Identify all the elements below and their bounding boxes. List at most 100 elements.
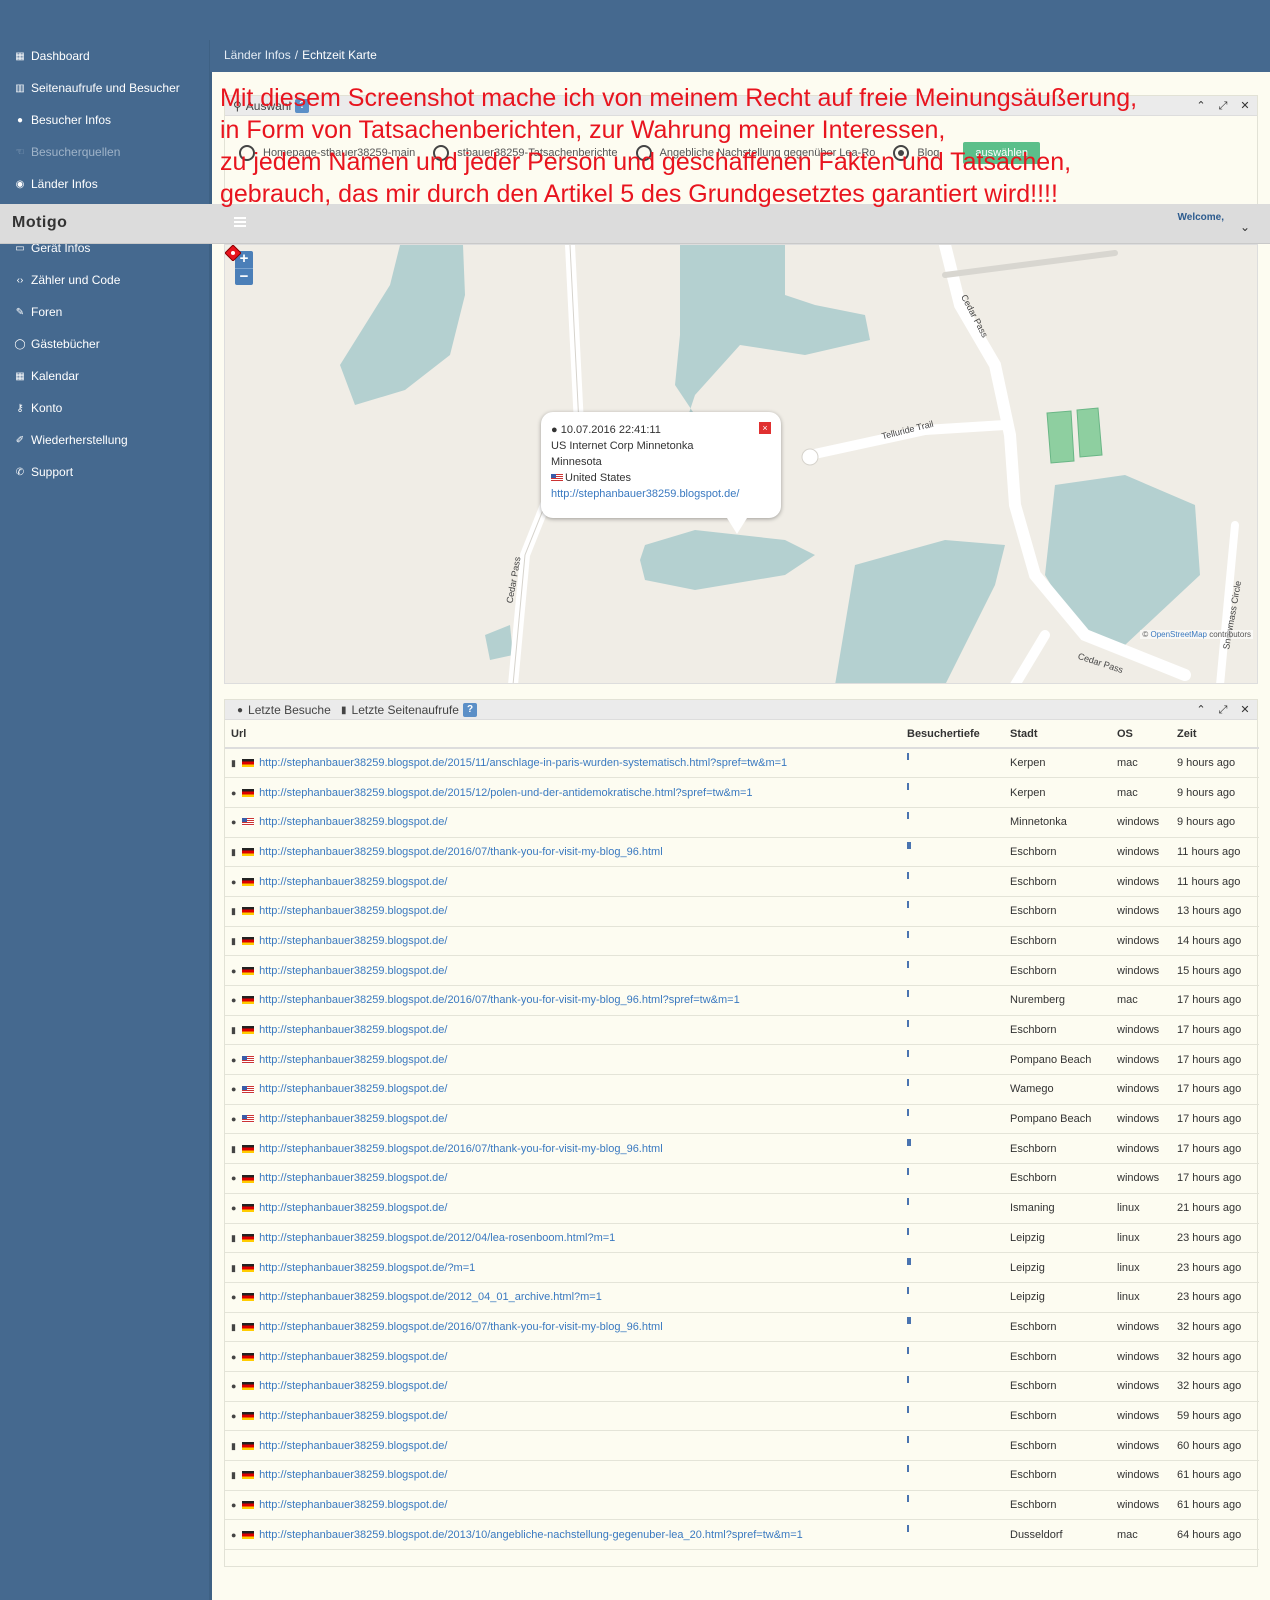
cell-time: 23 hours ago — [1171, 1282, 1259, 1313]
visit-url-link[interactable]: http://stephanbauer38259.blogspot.de/201… — [259, 1321, 663, 1333]
breadcrumb-parent[interactable]: Länder Infos — [224, 48, 291, 62]
collapse-icon[interactable]: ⌃ — [1193, 98, 1209, 114]
sidebar-item-laender-infos[interactable]: ◉ Länder Infos — [14, 174, 98, 194]
sidebar-item-zaehler-code[interactable]: ‹› Zähler und Code — [14, 270, 121, 290]
visit-url-link[interactable]: http://stephanbauer38259.blogspot.de/ — [259, 1083, 447, 1095]
visit-url-link[interactable]: http://stephanbauer38259.blogspot.de/ — [259, 1202, 447, 1214]
brand-logo[interactable]: Motigo — [12, 214, 67, 232]
cell-time: 23 hours ago — [1171, 1252, 1259, 1283]
cell-time: 13 hours ago — [1171, 896, 1259, 927]
radio-nachstellung[interactable] — [635, 145, 652, 161]
visit-url-link[interactable]: http://stephanbauer38259.blogspot.de/ — [259, 935, 447, 947]
sidebar-item-besucher-infos[interactable]: ● Besucher Infos — [14, 110, 111, 130]
de-flag-icon — [242, 996, 254, 1005]
visit-url-link[interactable]: http://stephanbauer38259.blogspot.de/ — [259, 1440, 447, 1452]
visit-url-link[interactable]: http://stephanbauer38259.blogspot.de/ — [259, 1024, 447, 1036]
sidebar-item-kalendar[interactable]: ▦ Kalendar — [14, 366, 79, 386]
sidebar-item-label: Seitenaufrufe und Besucher — [31, 81, 180, 95]
cell-depth — [901, 866, 1004, 897]
table-row: ● http://stephanbauer38259.blogspot.de/2… — [225, 777, 1259, 808]
menu-icon[interactable] — [234, 217, 246, 227]
visit-url-link[interactable]: http://stephanbauer38259.blogspot.de/201… — [259, 757, 787, 769]
cell-city: Eschborn — [1004, 837, 1111, 868]
sidebar-item-foren[interactable]: ✎ Foren — [14, 302, 63, 322]
visit-url-link[interactable]: http://stephanbauer38259.blogspot.de/ — [259, 1172, 447, 1184]
visit-url-link[interactable]: http://stephanbauer38259.blogspot.de/ — [259, 876, 447, 888]
visit-url-link[interactable]: http://stephanbauer38259.blogspot.de/201… — [259, 1232, 615, 1244]
cell-url: ● http://stephanbauer38259.blogspot.de/ — [225, 955, 901, 986]
visit-url-link[interactable]: http://stephanbauer38259.blogspot.de/ — [259, 1410, 447, 1422]
breadcrumb-separator: / — [294, 48, 299, 62]
visit-url-link[interactable]: http://stephanbauer38259.blogspot.de/ — [259, 816, 447, 828]
depth-bar — [907, 1287, 909, 1295]
user-icon: ● — [231, 965, 237, 976]
cell-depth — [901, 926, 1004, 957]
de-flag-icon — [242, 877, 254, 886]
cell-os: windows — [1111, 1401, 1171, 1432]
sidebar-item-seitenaufrufe[interactable]: ▥ Seitenaufrufe und Besucher — [14, 78, 180, 98]
file-icon: ▮ — [231, 1470, 236, 1481]
sidebar-item-gaestebuecher[interactable]: ◯ Gästebücher — [14, 334, 100, 354]
visit-url-link[interactable]: http://stephanbauer38259.blogspot.de/ — [259, 1351, 447, 1363]
radio-blog[interactable] — [893, 145, 910, 161]
visit-url-link[interactable]: http://stephanbauer38259.blogspot.de/201… — [259, 787, 753, 799]
cell-os: windows — [1111, 807, 1171, 838]
tab-letzte-besuche[interactable]: ● Letzte Besuche — [237, 703, 331, 717]
visit-url-link[interactable]: http://stephanbauer38259.blogspot.de/ — [259, 1469, 447, 1481]
us-flag-icon — [242, 818, 254, 827]
tab-letzte-seitenaufrufe[interactable]: ▮ Letzte Seitenaufrufe — [341, 703, 459, 717]
sidebar-item-label: Foren — [31, 305, 63, 319]
close-icon[interactable]: ✕ — [1237, 702, 1253, 718]
visit-url-link[interactable]: http://stephanbauer38259.blogspot.de/ — [259, 965, 447, 977]
visit-url-link[interactable]: http://stephanbauer38259.blogspot.de/ — [259, 1380, 447, 1392]
cell-url: ● http://stephanbauer38259.blogspot.de/2… — [225, 985, 901, 1016]
visit-url-link[interactable]: http://stephanbauer38259.blogspot.de/201… — [259, 1291, 602, 1303]
visit-url-link[interactable]: http://stephanbauer38259.blogspot.de/201… — [259, 1143, 663, 1155]
help-icon[interactable]: ? — [463, 703, 477, 717]
zoom-out-button[interactable]: − — [235, 268, 253, 285]
close-icon[interactable]: ✕ — [1237, 98, 1253, 114]
auswaehlen-button[interactable]: auswählen — [963, 142, 1040, 164]
sidebar-item-wiederherstellung[interactable]: ✐ Wiederherstellung — [14, 430, 128, 450]
visit-url-link[interactable]: http://stephanbauer38259.blogspot.de/201… — [259, 994, 740, 1006]
visit-url-link[interactable]: http://stephanbauer38259.blogspot.de/ — [259, 1499, 447, 1511]
osm-link[interactable]: OpenStreetMap — [1150, 630, 1206, 639]
sidebar-item-besucherquellen[interactable]: ☜ Besucherquellen — [14, 142, 121, 162]
popup-close-icon[interactable]: × — [759, 422, 771, 434]
chevron-down-icon[interactable]: ⌄ — [1240, 220, 1250, 234]
popup-link[interactable]: http://stephanbauer38259.blogspot.de/ — [551, 488, 739, 500]
sidebar-item-support[interactable]: ✆ Support — [14, 462, 73, 482]
cell-time: 9 hours ago — [1171, 807, 1259, 838]
cell-depth — [901, 1133, 1004, 1165]
realtime-map[interactable]: Cedar Pass Telluride Trail Cedar Pass Ce… — [224, 244, 1258, 684]
edit-icon: ✎ — [15, 306, 25, 318]
de-flag-icon — [242, 1441, 254, 1450]
radio-homepage[interactable] — [239, 145, 255, 161]
depth-bar — [907, 1465, 909, 1473]
map-marker-icon[interactable] — [225, 245, 241, 261]
cell-url: ● http://stephanbauer38259.blogspot.de/ — [225, 1044, 901, 1076]
sidebar-item-konto[interactable]: ⚷ Konto — [14, 398, 62, 418]
column-header-url: Url — [225, 720, 901, 749]
visit-url-link[interactable]: http://stephanbauer38259.blogspot.de/ — [259, 1113, 447, 1125]
cell-depth — [901, 1371, 1004, 1402]
de-flag-icon — [242, 907, 254, 916]
visit-url-link[interactable]: http://stephanbauer38259.blogspot.de/201… — [259, 846, 663, 858]
visit-url-link[interactable]: http://stephanbauer38259.blogspot.de/ — [259, 905, 447, 917]
collapse-icon[interactable]: ⌃ — [1193, 702, 1209, 718]
radio-tatsachenberichte[interactable] — [433, 145, 450, 161]
table-row: ● http://stephanbauer38259.blogspot.de/W… — [225, 1074, 1259, 1105]
expand-icon[interactable]: ⤢ — [1215, 98, 1231, 114]
column-header-city: Stadt — [1004, 720, 1111, 749]
sidebar-item-label: Kalendar — [31, 369, 80, 383]
sidebar-item-label: Gästebücher — [31, 337, 100, 351]
visit-url-link[interactable]: http://stephanbauer38259.blogspot.de/ — [259, 1054, 447, 1066]
visit-url-link[interactable]: http://stephanbauer38259.blogspot.de/201… — [259, 1529, 803, 1541]
expand-icon[interactable]: ⤢ — [1215, 702, 1231, 718]
visit-url-link[interactable]: http://stephanbauer38259.blogspot.de/?m=… — [259, 1262, 475, 1274]
visits-table-body: ▮ http://stephanbauer38259.blogspot.de/2… — [225, 748, 1259, 1551]
help-icon[interactable]: ? — [295, 99, 310, 113]
sidebar-item-dashboard[interactable]: ▦ Dashboard — [14, 46, 89, 66]
de-flag-icon — [242, 848, 254, 856]
de-flag-icon — [242, 1412, 254, 1421]
